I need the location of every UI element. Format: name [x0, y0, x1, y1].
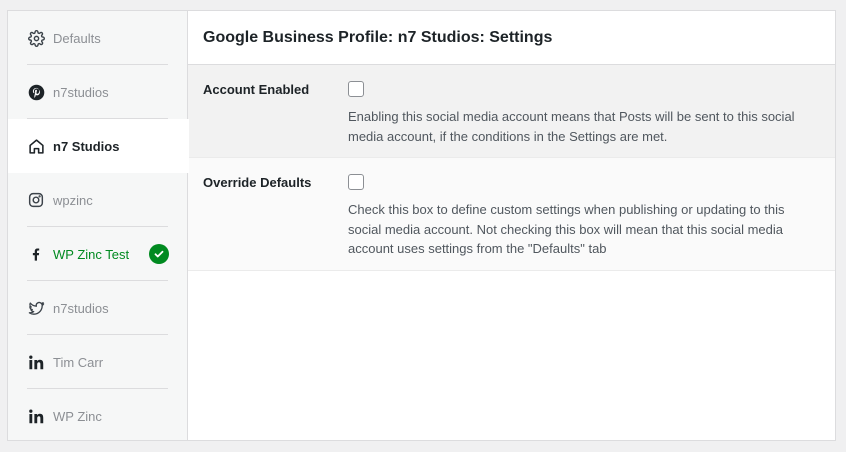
- tab-linkedin-tim-carr[interactable]: Tim Carr: [8, 335, 188, 389]
- tab-label: WP Zinc: [53, 408, 102, 424]
- tab-pinterest-n7studios[interactable]: n7studios: [8, 65, 188, 119]
- tab-label: n7 Studios: [53, 138, 120, 154]
- tab-instagram-wpzinc[interactable]: wpzinc: [8, 173, 188, 227]
- setting-field: Enabling this social media account means…: [348, 81, 820, 157]
- tab-label: WP Zinc Test: [53, 246, 130, 262]
- setting-row-override-defaults: Override Defaults Check this box to defi…: [188, 158, 835, 271]
- settings-header: Google Business Profile: n7 Studios: Set…: [188, 11, 835, 65]
- setting-row-account-enabled: Account Enabled Enabling this social med…: [188, 65, 835, 158]
- facebook-icon: [27, 245, 45, 263]
- tab-label: wpzinc: [53, 192, 93, 208]
- tab-label: Defaults: [53, 30, 101, 46]
- setting-description: Check this box to define custom settings…: [348, 202, 785, 256]
- setting-field: Check this box to define custom settings…: [348, 174, 820, 270]
- instagram-icon: [27, 191, 45, 209]
- account-enabled-checkbox[interactable]: [348, 81, 364, 97]
- tab-defaults[interactable]: Defaults: [8, 11, 188, 65]
- setting-label: Account Enabled: [203, 82, 310, 97]
- pinterest-icon: [27, 83, 45, 101]
- tab-label: Tim Carr: [53, 354, 104, 370]
- linkedin-icon: [27, 353, 45, 371]
- setting-description: Enabling this social media account means…: [348, 109, 795, 144]
- tab-label: n7studios: [53, 84, 109, 100]
- page-title: Google Business Profile: n7 Studios: Set…: [203, 28, 553, 46]
- settings-content: Google Business Profile: n7 Studios: Set…: [188, 11, 835, 440]
- tab-linkedin-wp-zinc[interactable]: WP Zinc: [8, 389, 188, 443]
- tab-twitter-n7studios[interactable]: n7studios: [8, 281, 188, 335]
- setting-label: Override Defaults: [203, 175, 312, 190]
- tab-google-business-n7-studios[interactable]: n7 Studios: [8, 119, 189, 173]
- twitter-icon: [27, 299, 45, 317]
- override-defaults-checkbox[interactable]: [348, 174, 364, 190]
- settings-panel: Defaults n7studios n7 Studios wpzinc WP …: [7, 10, 836, 441]
- connected-check-icon: [149, 244, 169, 264]
- tab-facebook-wp-zinc-test[interactable]: WP Zinc Test: [8, 227, 188, 281]
- profiles-sidebar: Defaults n7studios n7 Studios wpzinc WP …: [8, 11, 189, 443]
- gear-icon: [27, 29, 45, 47]
- linkedin-icon: [27, 407, 45, 425]
- home-icon: [27, 137, 45, 155]
- tab-label: n7studios: [53, 300, 109, 316]
